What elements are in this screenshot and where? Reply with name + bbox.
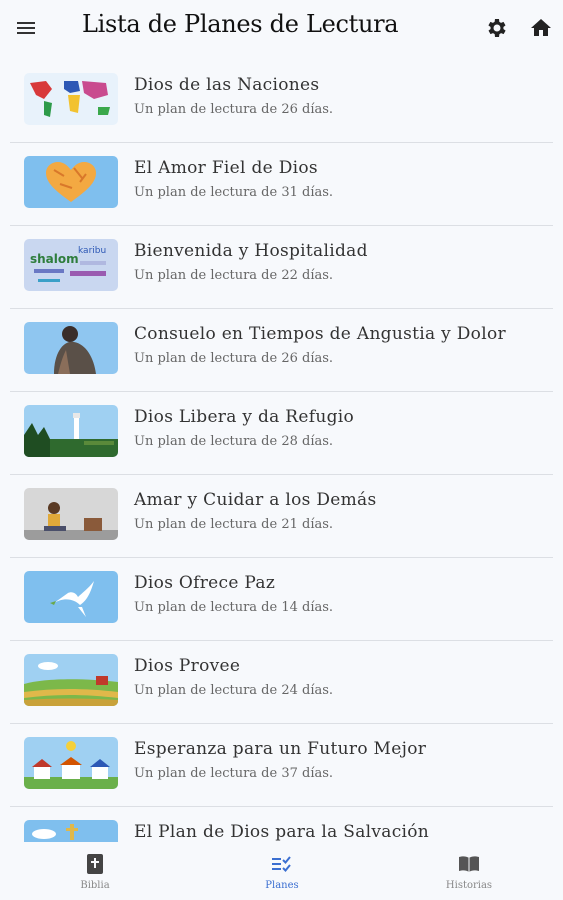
plan-item[interactable]: El Plan de Dios para la Salvación [10, 807, 553, 842]
plan-title: Amar y Cuidar a los Demás [134, 490, 377, 510]
plan-item[interactable]: Dios de las Naciones Un plan de lectura … [10, 60, 553, 143]
plan-title: Dios Provee [134, 656, 241, 676]
plan-list: Dios de las Naciones Un plan de lectura … [0, 60, 563, 842]
home-icon[interactable] [529, 16, 553, 40]
app-bar: Lista de Planes de Lectura [0, 0, 563, 56]
checklist-icon [272, 856, 291, 872]
plan-item[interactable]: Dios Libera y da Refugio Un plan de lect… [10, 392, 553, 475]
plan-thumbnail-comfort [24, 322, 118, 374]
thumb-word-karibu: karibu [78, 246, 106, 256]
plan-title: El Plan de Dios para la Salvación [134, 822, 430, 842]
nav-label: Planes [265, 880, 299, 891]
thumb-word-shalom: shalom [30, 252, 79, 266]
plan-thumbnail-world-map [24, 73, 118, 125]
plan-title: Bienvenida y Hospitalidad [134, 241, 368, 261]
plan-thumbnail-sitting-person [24, 488, 118, 540]
plan-subtitle: Un plan de lectura de 31 días. [134, 185, 334, 200]
plan-subtitle: Un plan de lectura de 37 días. [134, 766, 334, 781]
bottom-navigation: Biblia Planes Historias [0, 842, 563, 900]
book-icon [459, 856, 479, 872]
plan-thumbnail-heart [24, 156, 118, 208]
plan-item[interactable]: shalom karibu Bienvenida y Hospitalidad … [10, 226, 553, 309]
plan-subtitle: Un plan de lectura de 22 días. [134, 268, 334, 283]
plan-subtitle: Un plan de lectura de 26 días. [134, 102, 334, 117]
plan-thumbnail-word-cloud: shalom karibu [24, 239, 118, 291]
plan-subtitle: Un plan de lectura de 24 días. [134, 683, 334, 698]
plan-thumbnail-lighthouse [24, 405, 118, 457]
nav-item-biblia[interactable]: Biblia [35, 852, 155, 891]
plan-title: Dios Ofrece Paz [134, 573, 276, 593]
page-title: Lista de Planes de Lectura [82, 10, 399, 38]
plan-item[interactable]: Amar y Cuidar a los Demás Un plan de lec… [10, 475, 553, 558]
bible-icon [87, 854, 103, 874]
plan-thumbnail-dove [24, 571, 118, 623]
plan-subtitle: Un plan de lectura de 28 días. [134, 434, 334, 449]
plan-subtitle: Un plan de lectura de 14 días. [134, 600, 334, 615]
plan-subtitle: Un plan de lectura de 21 días. [134, 517, 334, 532]
gear-icon[interactable] [484, 16, 508, 40]
plan-title: Dios de las Naciones [134, 75, 320, 95]
plan-thumbnail-salvation [24, 820, 118, 842]
plan-item[interactable]: Dios Provee Un plan de lectura de 24 día… [10, 641, 553, 724]
plan-title: Dios Libera y da Refugio [134, 407, 355, 427]
nav-item-planes[interactable]: Planes [222, 852, 342, 891]
plan-thumbnail-farm [24, 654, 118, 706]
nav-item-historias[interactable]: Historias [409, 852, 529, 891]
plan-item[interactable]: Consuelo en Tiempos de Angustia y Dolor … [10, 309, 553, 392]
nav-label: Biblia [80, 880, 110, 891]
plan-title: El Amor Fiel de Dios [134, 158, 318, 178]
nav-label: Historias [445, 880, 493, 891]
plan-item[interactable]: Dios Ofrece Paz Un plan de lectura de 14… [10, 558, 553, 641]
menu-icon[interactable] [14, 16, 38, 40]
plan-title: Esperanza para un Futuro Mejor [134, 739, 427, 759]
plan-title: Consuelo en Tiempos de Angustia y Dolor [134, 324, 506, 344]
plan-thumbnail-houses [24, 737, 118, 789]
plan-subtitle: Un plan de lectura de 26 días. [134, 351, 334, 366]
plan-item[interactable]: El Amor Fiel de Dios Un plan de lectura … [10, 143, 553, 226]
plan-item[interactable]: Esperanza para un Futuro Mejor Un plan d… [10, 724, 553, 807]
